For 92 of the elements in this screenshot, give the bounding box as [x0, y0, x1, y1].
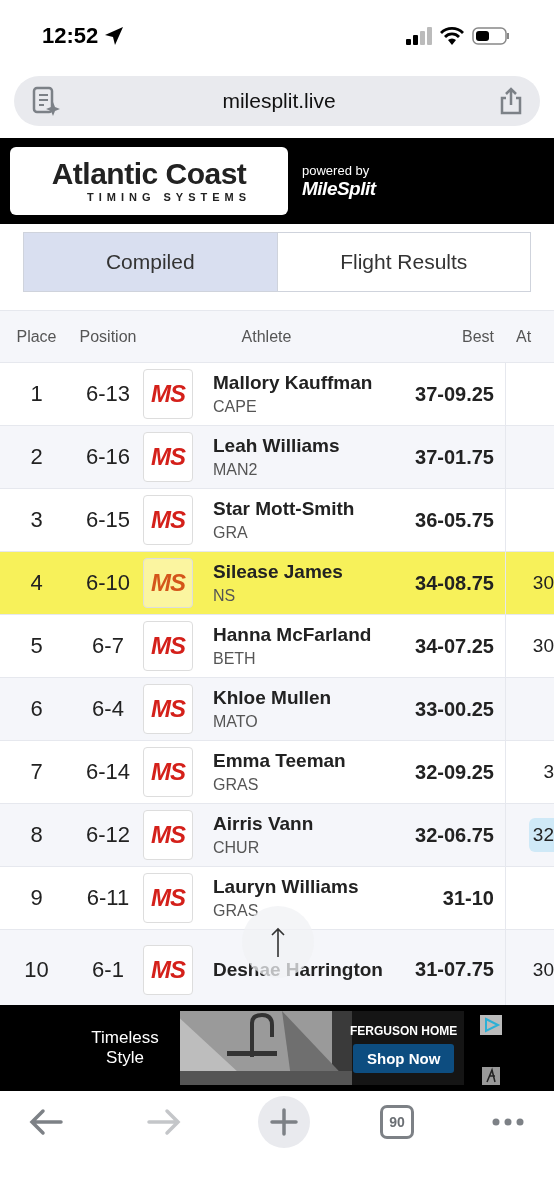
milesplit-logo: MS: [143, 944, 193, 995]
position-cell-text: 6-7: [91, 633, 125, 659]
milesplit-logo: MS: [143, 432, 193, 482]
milesplit-logo: MS: [143, 873, 193, 923]
position-cell-text: 6-14: [84, 759, 131, 785]
page-summary-icon[interactable]: [32, 86, 60, 116]
milesplit-logo: MS: [143, 369, 193, 419]
milesplit-logo: MS: [143, 495, 193, 545]
logo-subtitle: TIMING SYSTEMS: [85, 191, 252, 203]
team-code: CAPE: [213, 398, 258, 416]
position-cell-text: 6-4: [91, 696, 125, 722]
best-mark: 33-00.25: [414, 697, 494, 721]
milesplit-logo: MS: [143, 558, 193, 608]
new-tab-button[interactable]: [258, 1096, 310, 1148]
team-code: CHUR: [213, 839, 261, 857]
athlete-name[interactable]: Deshae Harrington: [213, 958, 390, 981]
best-mark: 34-07.25: [414, 634, 494, 658]
advertisement-banner[interactable]: Timeless Style FERGUSON HOME Shop Now: [0, 1005, 554, 1091]
position-cell-text: 6-1: [91, 956, 125, 983]
place-cell-text: 5: [29, 633, 44, 659]
address-bar[interactable]: milesplit.live: [14, 76, 540, 126]
athlete-name[interactable]: Silease James: [213, 561, 390, 583]
athlete-name[interactable]: Mallory Kauffman: [213, 372, 390, 394]
place-cell-text: 10: [23, 956, 50, 983]
best-mark: 31-10: [441, 886, 494, 910]
athlete-name[interactable]: Leah Williams: [213, 435, 390, 457]
position-cell-text: 6-11: [85, 885, 131, 911]
place-cell-text: 4: [29, 570, 44, 596]
athlete-name[interactable]: Hanna McFarland: [213, 624, 390, 646]
column-header[interactable]: Position: [73, 327, 143, 346]
ad-brand-logo: FERGUSON HOME: [350, 1023, 458, 1038]
location-arrow-icon: [104, 26, 125, 46]
url-text: milesplit.live: [222, 89, 336, 113]
team-code: MAN2: [213, 461, 259, 479]
athlete-name[interactable]: Star Mott-Smith: [213, 498, 390, 520]
wifi-icon: [440, 27, 464, 45]
best-mark: 32-09.25: [414, 760, 494, 784]
best-mark: 37-01.75: [414, 445, 494, 469]
milesplit-logo: MS: [143, 747, 193, 797]
athlete-name[interactable]: Khloe Mullen: [213, 687, 390, 709]
athlete-name[interactable]: Lauryn Williams: [213, 876, 390, 898]
column-header[interactable]: Best: [390, 327, 494, 346]
position-cell-text: 6-16: [84, 444, 131, 470]
place-cell-text: 7: [29, 759, 44, 785]
position-cell-text: 6-12: [84, 822, 131, 848]
place-cell-text: 1: [29, 381, 44, 407]
share-icon[interactable]: [498, 87, 524, 115]
best-mark: 31-07.75: [414, 958, 494, 981]
signal-icon: [406, 27, 432, 45]
plus-icon: [269, 1107, 299, 1137]
athlete-name[interactable]: Emma Teeman: [213, 750, 390, 772]
best-mark: 37-09.25: [414, 382, 494, 406]
tab[interactable]: Compiled: [24, 233, 277, 291]
milesplit-logo: MS: [143, 621, 193, 671]
place-cell-text: 2: [29, 444, 44, 470]
attempt-cell-text: 3: [542, 760, 554, 784]
attempt-cell-text: 30: [531, 634, 554, 658]
battery-icon: [472, 27, 510, 45]
position-cell-text: 6-13: [84, 381, 131, 407]
best-mark: 36-05.75: [414, 508, 494, 532]
logo-title: Atlantic Coast: [51, 159, 247, 189]
shop-now-button[interactable]: Shop Now: [353, 1043, 455, 1073]
position-cell-text: 6-10: [84, 570, 131, 596]
team-code: NS: [213, 587, 237, 605]
position-cell-text: 6-15: [84, 507, 131, 533]
best-mark: 34-08.75: [414, 571, 494, 595]
team-code: GRAS: [213, 902, 260, 920]
status-time: 12:52: [42, 23, 99, 49]
place-cell-text: 3: [29, 507, 44, 533]
team-code: GRA: [213, 524, 249, 542]
team-code: GRAS: [213, 776, 260, 794]
place-cell-text: 6: [29, 696, 44, 722]
powered-by-label: powered by: [302, 162, 371, 178]
attempt-cell-text: 30: [531, 957, 554, 982]
attempt-cell-text: 30: [531, 571, 554, 595]
place-cell-text: 8: [29, 822, 44, 848]
milesplit-logo: MS: [143, 684, 193, 734]
milesplit-logo: MileSplit: [302, 177, 376, 200]
team-code: MATO: [213, 713, 259, 731]
place-cell-text: 9: [29, 885, 44, 911]
milesplit-logo: MS: [143, 810, 193, 860]
ad-headline: Timeless Style: [90, 1028, 160, 1068]
column-header[interactable]: At: [516, 327, 554, 346]
tab-count-button[interactable]: 90: [380, 1105, 414, 1139]
column-header[interactable]: Place: [0, 327, 73, 346]
athlete-name[interactable]: Airris Vann: [213, 813, 390, 835]
attempt-cell: 32: [528, 818, 554, 852]
team-code: BETH: [213, 650, 257, 668]
column-header[interactable]: Athlete: [143, 327, 390, 346]
best-mark: 32-06.75: [414, 823, 494, 847]
arrow-up-icon: [271, 927, 285, 957]
ad-info-icon[interactable]: [482, 1067, 500, 1085]
